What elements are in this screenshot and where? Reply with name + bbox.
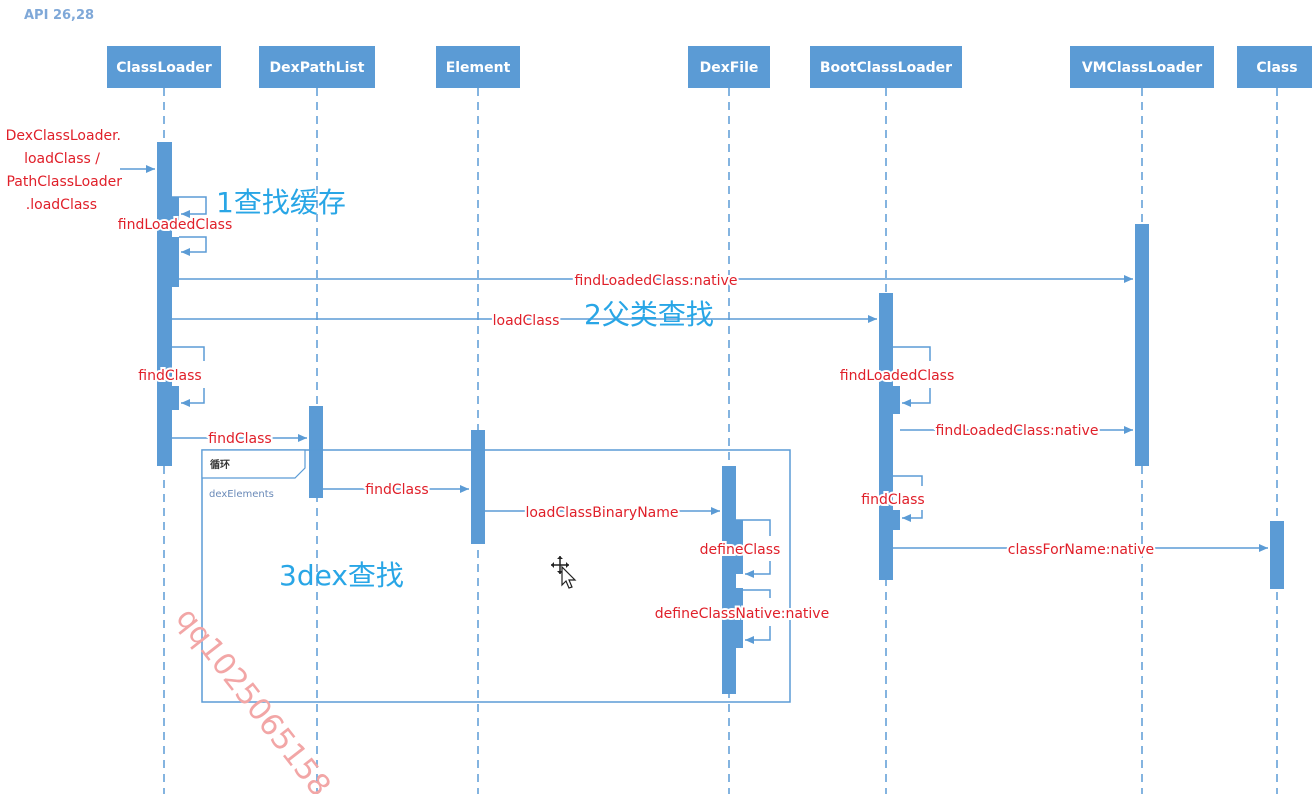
activation-bootclassloader-nested bbox=[893, 510, 900, 530]
activation-bootclassloader-nested bbox=[893, 386, 900, 414]
participant-classloader: ClassLoader bbox=[107, 46, 221, 88]
msg-boot-findclass: findClass bbox=[861, 492, 924, 508]
msg-boot-findloadedclass: findLoadedClass bbox=[840, 368, 955, 384]
note-step2: 2父类查找 bbox=[584, 298, 714, 331]
participant-vmclassloader: VMClassLoader bbox=[1070, 46, 1214, 88]
participant-bootclassloader: BootClassLoader bbox=[810, 46, 962, 88]
sequence-diagram: API 26,28 ClassLoader DexPathList Elemen… bbox=[0, 0, 1312, 798]
arrow-self-findclass-a bbox=[172, 346, 205, 361]
loop-condition: dexElements bbox=[209, 489, 274, 500]
arrow-boot-self-findloadedclass-a bbox=[893, 346, 931, 361]
participant-label: VMClassLoader bbox=[1082, 60, 1202, 76]
participant-class: Class bbox=[1237, 46, 1312, 88]
loop-label: 循环 bbox=[210, 458, 230, 471]
participant-dexfile: DexFile bbox=[688, 46, 770, 88]
arrow-self-defineclassnative-b bbox=[745, 626, 771, 644]
diagram-canvas: API 26,28 ClassLoader DexPathList Elemen… bbox=[6, 8, 1312, 798]
activation-element bbox=[471, 430, 485, 544]
arrow-self-findloadedclass-2 bbox=[179, 236, 207, 256]
participant-label: DexFile bbox=[700, 60, 759, 76]
msg-loadclass: loadClass bbox=[493, 313, 560, 329]
participant-label: Element bbox=[446, 60, 511, 76]
api-label: API 26,28 bbox=[24, 8, 94, 23]
activation-vmclassloader bbox=[1135, 224, 1149, 466]
activation-bootclassloader bbox=[879, 293, 893, 580]
note-step3: 3dex查找 bbox=[279, 559, 404, 592]
participant-element: Element bbox=[436, 46, 520, 88]
arrow-boot-self-findclass-b bbox=[902, 510, 923, 522]
activation-classloader bbox=[157, 142, 172, 466]
activation-dexpathlist bbox=[309, 406, 323, 498]
msg-defineclassnative: defineClassNative:native bbox=[655, 606, 829, 622]
activation-dexfile bbox=[722, 466, 736, 694]
note-step1: 1查找缓存 bbox=[216, 186, 346, 219]
activation-class bbox=[1270, 521, 1284, 589]
msg-findclass-dexpathlist: findClass bbox=[208, 431, 271, 447]
svg-text:PathClassLoader: PathClassLoader bbox=[6, 174, 122, 190]
msg-boot-findloadedclass-native: findLoadedClass:native bbox=[936, 423, 1099, 439]
message-labels: findLoadedClass findLoadedClass:native l… bbox=[116, 215, 1156, 624]
participant-dexpathlist: DexPathList bbox=[259, 46, 375, 88]
msg-findclass-element: findClass bbox=[365, 482, 428, 498]
msg-loadclassbinaryname: loadClassBinaryName bbox=[525, 505, 678, 521]
msg-defineclass: defineClass bbox=[700, 542, 781, 558]
svg-text:.loadClass: .loadClass bbox=[26, 197, 97, 213]
watermark: qq1025065158 bbox=[169, 601, 338, 794]
arrow-self-defineclass-b bbox=[745, 561, 771, 578]
entry-call-label: DexClassLoader. loadClass / PathClassLoa… bbox=[6, 128, 123, 213]
msg-classforname: classForName:native bbox=[1008, 542, 1154, 558]
participant-label: Class bbox=[1256, 60, 1297, 76]
arrow-self-defineclassnative-a bbox=[743, 589, 771, 598]
msg-findclass-self: findClass bbox=[138, 368, 201, 384]
msg-findloadedclass: findLoadedClass bbox=[118, 217, 233, 233]
participant-label: DexPathList bbox=[270, 60, 365, 76]
activation-classloader-nested bbox=[172, 386, 179, 410]
participant-label: ClassLoader bbox=[116, 60, 212, 76]
participant-label: BootClassLoader bbox=[820, 60, 952, 76]
msg-findloadedclass-native: findLoadedClass:native bbox=[575, 273, 738, 289]
move-cursor-icon bbox=[551, 556, 577, 589]
activation-classloader-nested bbox=[172, 237, 179, 287]
arrow-boot-self-findclass-a bbox=[893, 475, 923, 486]
arrow-self-findclass-b bbox=[181, 388, 205, 407]
arrow-boot-self-findloadedclass-b bbox=[902, 388, 931, 407]
svg-text:loadClass /: loadClass / bbox=[24, 151, 100, 167]
svg-text:DexClassLoader.: DexClassLoader. bbox=[6, 128, 121, 144]
